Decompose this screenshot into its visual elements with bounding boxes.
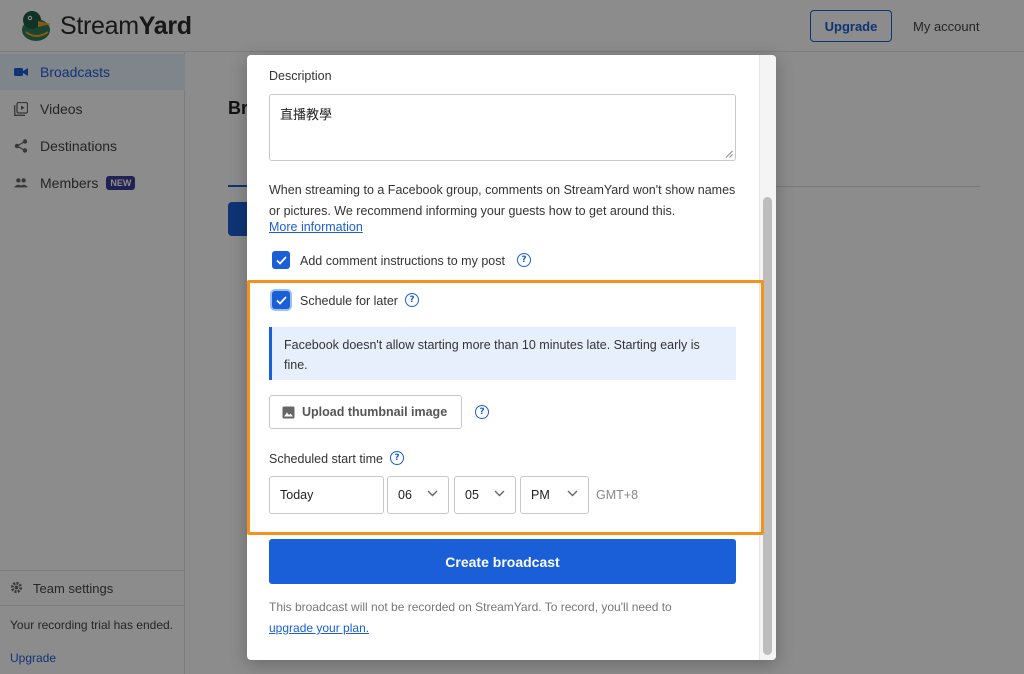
description-textarea[interactable]: 直播教學	[269, 94, 736, 161]
facebook-group-notice: When streaming to a Facebook group, comm…	[269, 183, 736, 218]
comment-instructions-checkbox[interactable]	[272, 251, 290, 269]
upgrade-plan-link[interactable]: upgrade your plan.	[269, 621, 369, 635]
checkmark-icon	[275, 255, 287, 265]
resize-grip-icon[interactable]	[725, 150, 733, 158]
help-icon[interactable]: ?	[517, 253, 531, 267]
create-broadcast-button[interactable]: Create broadcast	[269, 539, 736, 584]
comment-instructions-label[interactable]: Add comment instructions to my post	[300, 254, 505, 268]
highlight-annotation-box	[247, 280, 764, 535]
description-label: Description	[269, 69, 332, 83]
description-value: 直播教學	[280, 108, 333, 123]
more-information-link[interactable]: More information	[269, 220, 363, 234]
scrollbar-thumb[interactable]	[763, 197, 772, 655]
recording-notice: This broadcast will not be recorded on S…	[269, 600, 672, 614]
